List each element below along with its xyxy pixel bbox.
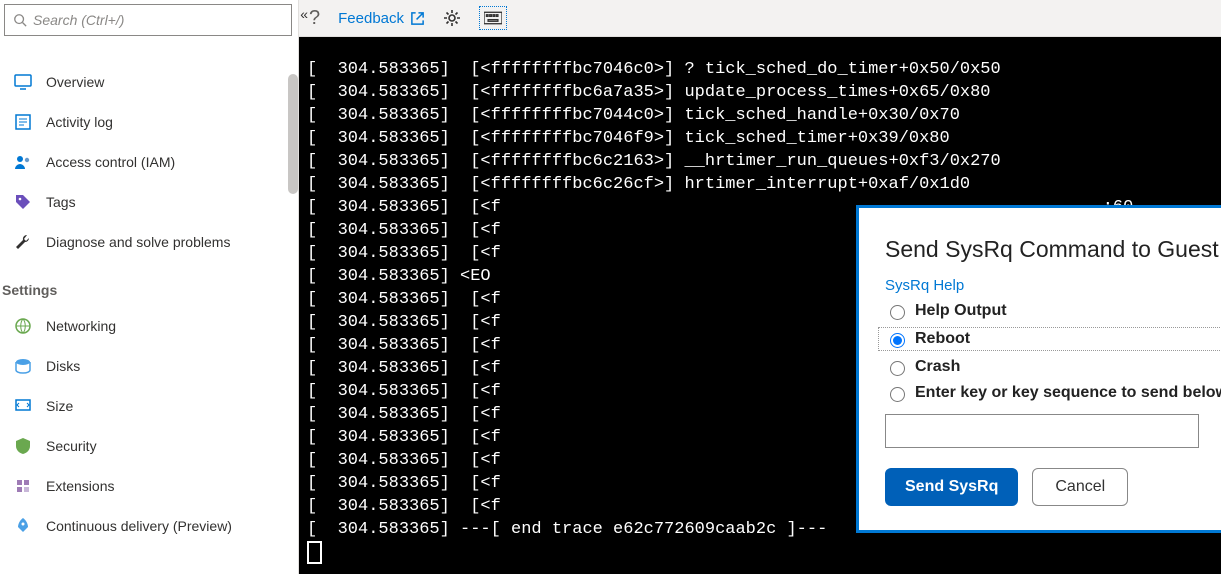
sidebar-item-label: Networking	[46, 318, 116, 334]
radio-label: Crash	[915, 358, 960, 376]
dialog-title: Send SysRq Command to Guest	[885, 236, 1221, 263]
sidebar-item-size[interactable]: Size	[0, 386, 298, 426]
monitor-icon	[14, 73, 32, 91]
network-icon	[14, 317, 32, 335]
sidebar-item-label: Access control (IAM)	[46, 154, 175, 170]
main-area: ? Feedback [ 304.583365] [<ffffffffbc704…	[299, 0, 1221, 574]
extension-icon	[14, 477, 32, 495]
sidebar-item-diagnose[interactable]: Diagnose and solve problems	[0, 222, 298, 262]
sysrq-dialog: Send SysRq Command to Guest SysRq Help H…	[856, 205, 1221, 533]
rocket-icon	[14, 517, 32, 535]
radio-crash-input[interactable]	[890, 361, 905, 376]
radio-label: Help Output	[915, 302, 1007, 320]
search-placeholder: Search (Ctrl+/)	[33, 12, 124, 28]
shield-icon	[14, 437, 32, 455]
log-icon	[14, 113, 32, 131]
collapse-chevron-icon[interactable]: «	[300, 6, 308, 22]
sidebar-item-label: Diagnose and solve problems	[46, 234, 230, 250]
custom-key-input[interactable]	[885, 414, 1199, 448]
sidebar-item-continuous-delivery[interactable]: Continuous delivery (Preview)	[0, 506, 298, 546]
settings-gear-button[interactable]	[443, 9, 461, 27]
sidebar-item-label: Continuous delivery (Preview)	[46, 518, 232, 534]
help-button[interactable]: ?	[309, 7, 320, 30]
sidebar-item-security[interactable]: Security	[0, 426, 298, 466]
sidebar-item-label: Overview	[46, 74, 104, 90]
sidebar-item-overview[interactable]: Overview	[0, 62, 298, 102]
serial-console[interactable]: [ 304.583365] [<ffffffffbc7046c0>] ? tic…	[299, 37, 1221, 574]
sidebar-item-extensions[interactable]: Extensions	[0, 466, 298, 506]
sidebar-item-tags[interactable]: Tags	[0, 182, 298, 222]
radio-help-output-input[interactable]	[890, 305, 905, 320]
sidebar-item-label: Size	[46, 398, 73, 414]
sidebar-item-activity-log[interactable]: Activity log	[0, 102, 298, 142]
settings-header: Settings	[0, 262, 298, 306]
sidebar-scroll: Overview Activity log Access control (IA…	[0, 42, 298, 574]
radio-reboot[interactable]: Reboot	[879, 328, 1221, 350]
sysrq-help-link[interactable]: SysRq Help	[885, 277, 964, 294]
radio-custom-key-input[interactable]	[890, 387, 905, 402]
sidebar-item-label: Activity log	[46, 114, 113, 130]
sidebar-item-disks[interactable]: Disks	[0, 346, 298, 386]
radio-help-output[interactable]: Help Output	[885, 302, 1221, 320]
radio-reboot-input[interactable]	[890, 333, 905, 348]
external-link-icon	[410, 11, 425, 26]
send-sysrq-button[interactable]: Send SysRq	[885, 468, 1018, 506]
keyboard-icon	[484, 9, 502, 27]
feedback-label: Feedback	[338, 10, 404, 27]
keyboard-button[interactable]	[479, 6, 507, 30]
sidebar-item-label: Tags	[46, 194, 76, 210]
cancel-button[interactable]: Cancel	[1032, 468, 1128, 506]
gear-icon	[443, 9, 461, 27]
radio-label: Reboot	[915, 330, 970, 348]
radio-custom-key[interactable]: Enter key or key sequence to send below:	[885, 384, 1221, 402]
disk-icon	[14, 357, 32, 375]
radio-label: Enter key or key sequence to send below:	[915, 384, 1221, 402]
sidebar-item-networking[interactable]: Networking	[0, 306, 298, 346]
size-icon	[14, 397, 32, 415]
people-icon	[14, 153, 32, 171]
scrollbar-thumb[interactable]	[288, 74, 298, 194]
sidebar-item-label: Security	[46, 438, 97, 454]
sidebar: Search (Ctrl+/) « Overview Activity log …	[0, 0, 299, 574]
sidebar-item-access-control[interactable]: Access control (IAM)	[0, 142, 298, 182]
search-icon	[13, 13, 27, 27]
sidebar-item-label: Disks	[46, 358, 80, 374]
toolbar: ? Feedback	[299, 0, 1221, 37]
search-input[interactable]: Search (Ctrl+/)	[4, 4, 292, 36]
tag-icon	[14, 193, 32, 211]
sidebar-item-label: Extensions	[46, 478, 114, 494]
wrench-icon	[14, 233, 32, 251]
radio-crash[interactable]: Crash	[885, 358, 1221, 376]
feedback-button[interactable]: Feedback	[338, 10, 425, 27]
